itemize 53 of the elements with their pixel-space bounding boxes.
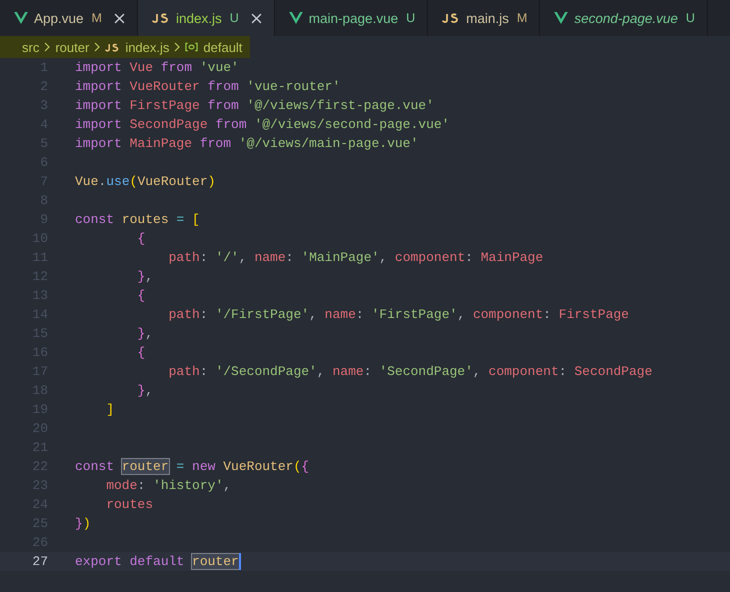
git-status-label: U [230, 11, 239, 25]
editor-tab[interactable]: index.js U [138, 0, 275, 36]
tab-label: second-page.vue [574, 10, 678, 26]
vue-logo-icon [14, 12, 28, 24]
code-line: import MainPage from '@/views/main-page.vue' [75, 136, 418, 151]
git-status-label: M [92, 11, 102, 25]
code-line: { [136, 345, 146, 360]
js-file-icon [442, 13, 460, 23]
code-line: { [136, 288, 146, 303]
editor-tab[interactable]: second-page.vue U [540, 0, 708, 36]
code-line: }) [75, 516, 91, 531]
git-status-label: M [516, 11, 528, 25]
code-line: ] [105, 402, 114, 417]
js-file-icon [152, 13, 170, 23]
tab-label: App.vue [34, 10, 84, 26]
symbol-icon [185, 42, 198, 52]
tab-label: index.js [176, 10, 222, 26]
chevron-right-icon [44, 42, 50, 52]
code-line: import SecondPage from '@/views/second-page.vue' [75, 117, 450, 132]
code-line: mode: 'history', [105, 478, 232, 493]
breadcrumb-item[interactable]: router [55, 40, 90, 54]
code-line: path: '/FirstPage', name: 'FirstPage', component: FirstPage [168, 307, 629, 322]
vue-logo-icon [288, 12, 303, 24]
tab-label: main.js [466, 10, 509, 26]
code-line: path: '/', name: 'MainPage', component: MainPage [168, 250, 544, 265]
breadcrumb-item[interactable]: default [203, 40, 242, 54]
editor-tab[interactable]: main-page.vue U [274, 0, 428, 36]
code-line: Vue.use(VueRouter) [75, 174, 216, 189]
vue-logo-icon [554, 12, 568, 24]
breadcrumb-item[interactable]: src [22, 40, 40, 54]
editor-tab[interactable]: main.js M [428, 0, 540, 36]
code-line: path: '/SecondPage', name: 'SecondPage', component: SecondPage [168, 364, 652, 379]
code-line: import FirstPage from '@/views/first-page.vue' [75, 98, 434, 113]
git-status-label: U [686, 11, 695, 25]
js-file-icon [105, 42, 120, 52]
code-line: export default router [75, 553, 241, 570]
breadcrumb-item[interactable]: index.js [125, 40, 170, 54]
code-line: const router = new VueRouter({ [75, 459, 310, 474]
code-line: import VueRouter from 'vue-router' [75, 79, 340, 94]
code-line: }, [136, 383, 154, 398]
close-icon[interactable] [114, 12, 125, 24]
chevron-right-icon [174, 42, 180, 52]
git-status-label: U [406, 11, 416, 25]
code-line: { [136, 231, 146, 246]
code-line: import Vue from 'vue' [75, 60, 239, 75]
code-line: routes [105, 497, 154, 512]
line-number: 27 [31, 554, 49, 569]
chevron-right-icon [94, 42, 100, 52]
code-line: }, [136, 326, 154, 341]
close-icon[interactable] [250, 12, 262, 24]
code-line: const routes = [ [75, 212, 200, 227]
code-line: }, [136, 269, 154, 284]
tab-label: main-page.vue [308, 10, 398, 26]
